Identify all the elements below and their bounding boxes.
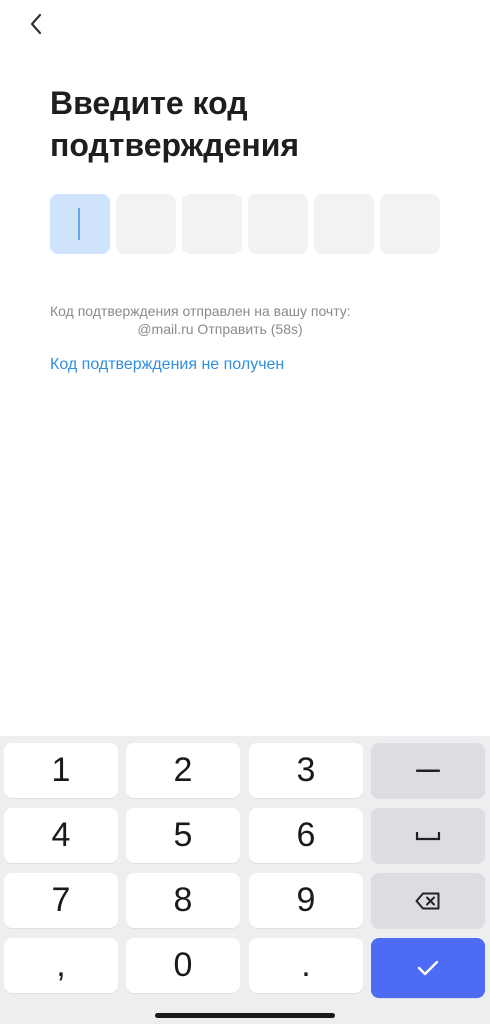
backspace-key[interactable] (371, 873, 485, 928)
confirm-key[interactable] (371, 938, 485, 998)
key-8[interactable]: 8 (126, 873, 240, 928)
minus-key[interactable] (371, 743, 485, 798)
key-2[interactable]: 2 (126, 743, 240, 798)
comma-key[interactable]: , (4, 938, 118, 993)
numeric-keyboard: 1 2 3 4 5 6 7 8 9 , 0 . (0, 736, 490, 1024)
resend-text: @mail.ru Отправить (58s) (137, 321, 303, 337)
key-7[interactable]: 7 (4, 873, 118, 928)
check-icon (417, 960, 439, 976)
minus-icon (416, 769, 440, 772)
key-0[interactable]: 0 (126, 938, 240, 993)
key-4[interactable]: 4 (4, 808, 118, 863)
code-digit-4[interactable] (248, 194, 308, 254)
code-digit-2[interactable] (116, 194, 176, 254)
code-sent-info: Код подтверждения отправлен на вашу почт… (50, 302, 390, 338)
code-sent-text: Код подтверждения отправлен на вашу почт… (50, 303, 351, 319)
code-digit-6[interactable] (380, 194, 440, 254)
code-digit-5[interactable] (314, 194, 374, 254)
key-6[interactable]: 6 (249, 808, 363, 863)
chevron-left-icon (30, 13, 42, 35)
space-icon (415, 831, 441, 840)
key-3[interactable]: 3 (249, 743, 363, 798)
key-1[interactable]: 1 (4, 743, 118, 798)
code-digit-3[interactable] (182, 194, 242, 254)
dot-key[interactable]: . (249, 938, 363, 993)
home-indicator[interactable] (155, 1013, 335, 1018)
space-key[interactable] (371, 808, 485, 863)
code-digit-1[interactable] (50, 194, 110, 254)
text-caret (78, 208, 80, 240)
backspace-icon (415, 892, 440, 909)
code-input-row[interactable] (50, 194, 440, 254)
page-title: Введите код подтверждения (50, 85, 300, 163)
code-not-received-link[interactable]: Код подтверждения не получен (50, 356, 284, 374)
back-button[interactable] (22, 10, 50, 38)
key-9[interactable]: 9 (249, 873, 363, 928)
key-5[interactable]: 5 (126, 808, 240, 863)
